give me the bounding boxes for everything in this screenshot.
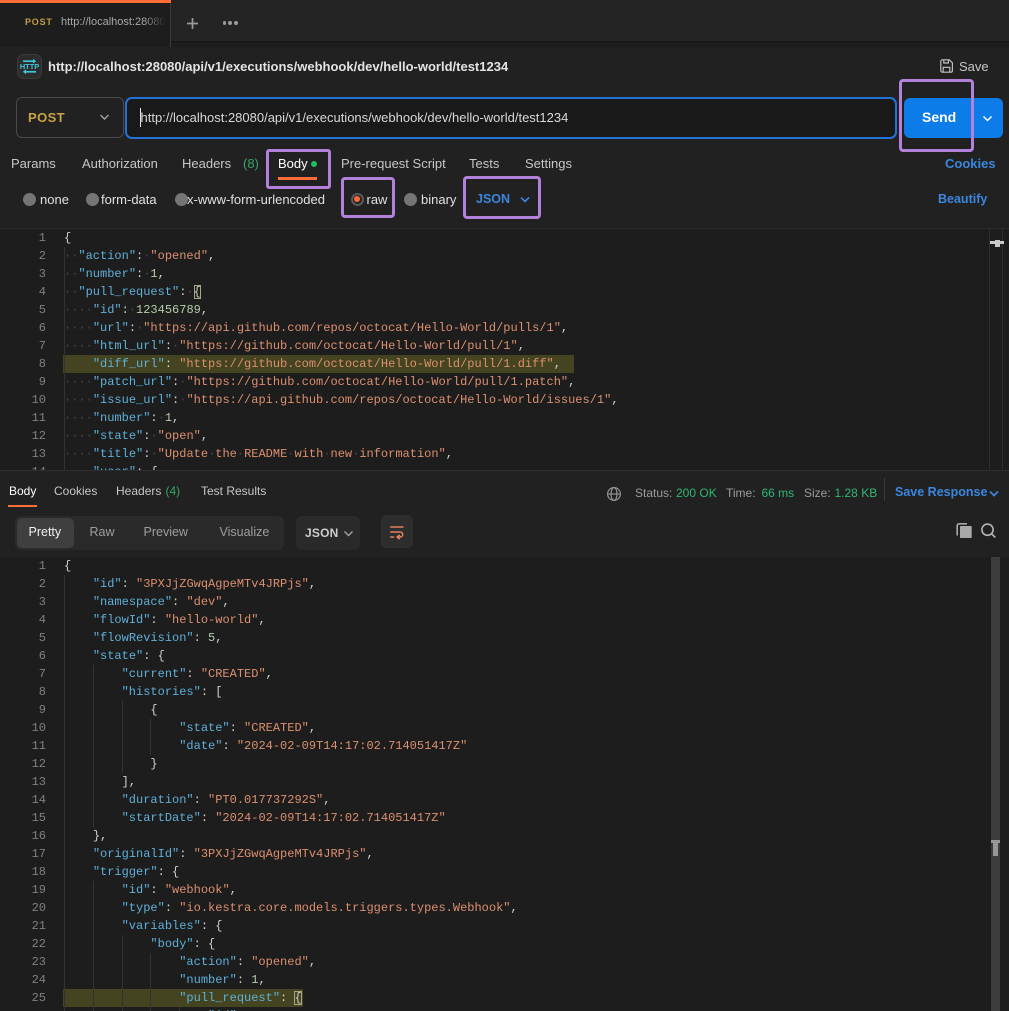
svg-text:HTTP: HTTP [20,62,39,71]
